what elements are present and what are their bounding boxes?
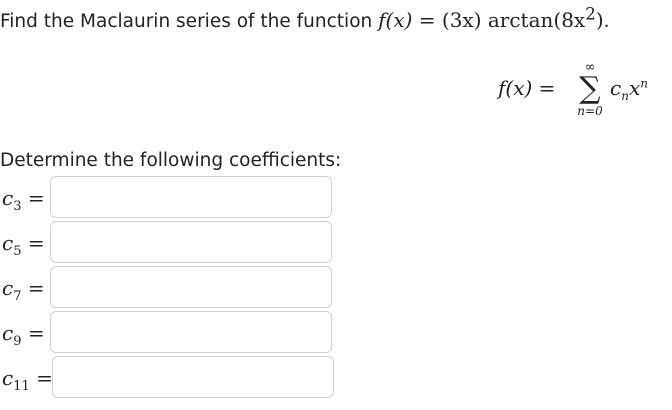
c5-answer-input[interactable] <box>50 221 332 263</box>
function-lhs: f(x) <box>378 8 413 32</box>
function-close: ) <box>595 8 604 32</box>
coef-equals: = <box>36 366 53 390</box>
function-expression: f(x) = (3x) arctan(8x2) <box>378 6 604 32</box>
series-lhs: f(x) = <box>498 76 555 100</box>
c7-answer-input[interactable] <box>50 266 332 308</box>
coef-name: c <box>2 186 14 210</box>
coef-name: c <box>2 276 14 300</box>
coef-index: 5 <box>13 244 22 259</box>
coefficient-row-c7: c7 = <box>0 266 340 310</box>
coef-name: c <box>2 321 14 345</box>
coefficient-label: c7 = <box>2 276 45 303</box>
coef-index: 11 <box>13 379 30 394</box>
c9-answer-input[interactable] <box>50 311 332 353</box>
series-lhs-text: f(x) = <box>498 76 556 100</box>
coef-equals: = <box>27 276 45 300</box>
coef-name: c <box>2 231 14 255</box>
question-text: Find the Maclaurin series of the functio… <box>0 6 610 32</box>
function-arg: (8x <box>553 8 586 32</box>
c3-answer-input[interactable] <box>50 176 332 218</box>
instructions-text: Determine the following coefficients: <box>0 150 342 171</box>
function-name: arctan <box>481 8 554 32</box>
series-formula: f(x) = ∞ ∑ n=0 cnxn <box>498 61 668 132</box>
coefficient-label: c11 = <box>2 366 53 393</box>
c11-answer-input[interactable] <box>52 356 334 398</box>
series-term: cnxn <box>610 76 648 103</box>
coefficient-label: c3 = <box>2 186 45 213</box>
coefficient-row-c3: c3 = <box>0 176 340 220</box>
question-prompt: Find the Maclaurin series of the functio… <box>0 11 379 32</box>
function-exponent: 2 <box>585 4 596 24</box>
term-var-sup: n <box>640 76 648 91</box>
coefficient-label: c5 = <box>2 231 45 258</box>
coefficient-row-c5: c5 = <box>0 221 340 265</box>
sum-lower-limit: n=0 <box>577 104 603 118</box>
term-coef-sub: n <box>621 89 629 103</box>
coef-name: c <box>2 366 14 390</box>
coef-index: 9 <box>13 334 22 349</box>
coef-equals: = <box>27 186 45 210</box>
summation: ∞ ∑ n=0 <box>572 61 608 118</box>
coefficient-row-c11: c11 = <box>0 356 340 400</box>
coef-index: 7 <box>13 289 22 304</box>
coefficient-label: c9 = <box>2 321 45 348</box>
term-coef: c <box>610 76 622 100</box>
sigma-symbol: ∑ <box>579 71 601 106</box>
coef-index: 3 <box>13 199 22 214</box>
coefficient-row-c9: c9 = <box>0 311 340 355</box>
term-var: x <box>628 76 641 100</box>
coef-equals: = <box>27 231 45 255</box>
function-equals: = <box>412 8 442 32</box>
coef-equals: = <box>27 321 45 345</box>
function-coef: (3x) <box>441 8 482 32</box>
question-period: . <box>603 11 610 32</box>
